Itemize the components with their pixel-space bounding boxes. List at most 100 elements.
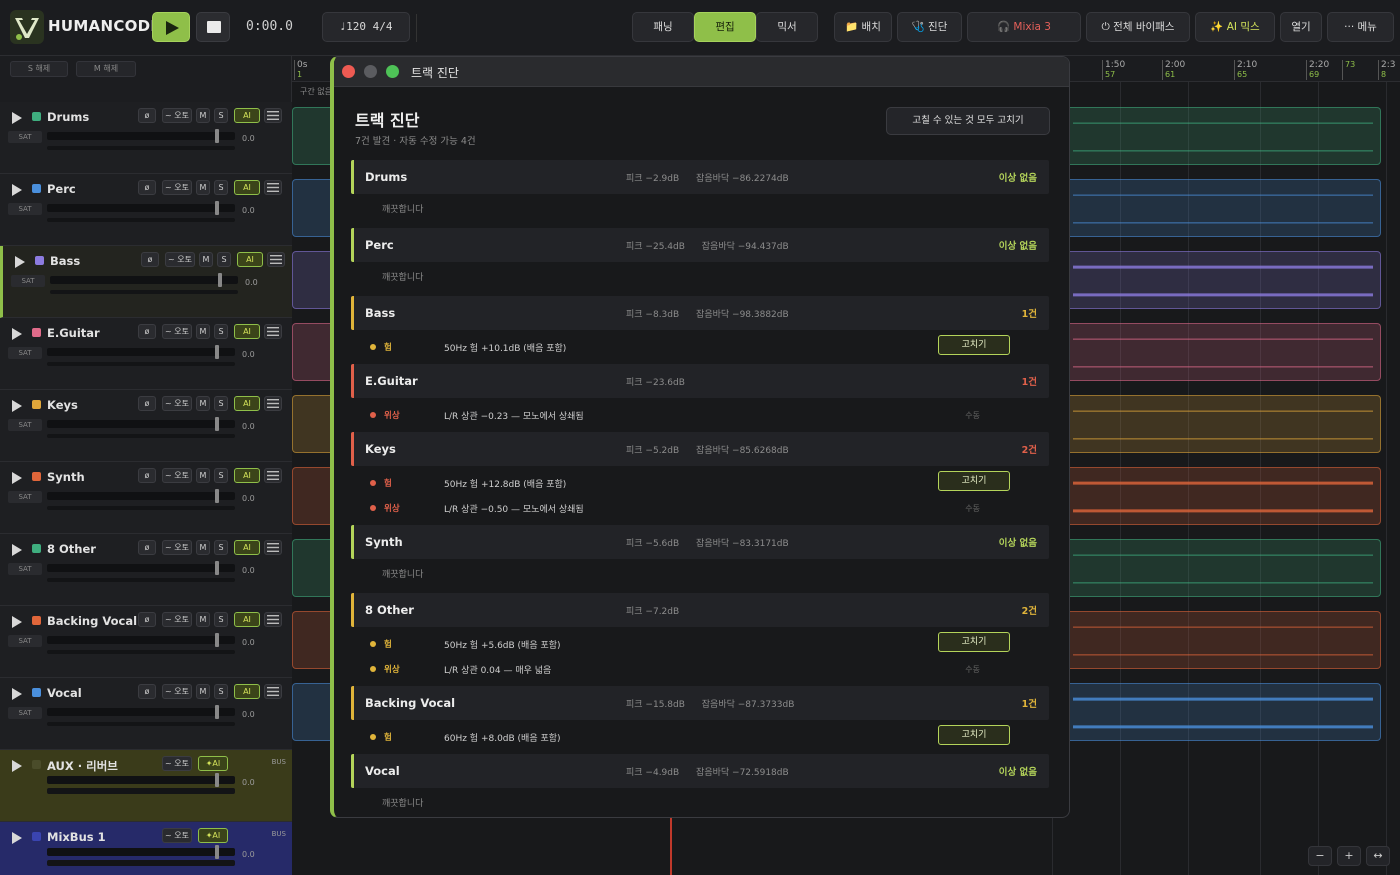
solo-button[interactable]: S: [214, 180, 228, 195]
auto-button[interactable]: ~ 오토: [162, 684, 192, 699]
expand-track-icon[interactable]: [11, 830, 23, 849]
track-ai-button[interactable]: ✦AI: [198, 756, 228, 771]
expand-track-icon[interactable]: [11, 110, 23, 129]
track-menu-icon[interactable]: [264, 396, 282, 411]
solo-button[interactable]: S: [214, 468, 228, 483]
tab-mixer[interactable]: 믹서: [756, 12, 818, 42]
expand-track-icon[interactable]: [11, 614, 23, 633]
saturation-toggle[interactable]: SAT: [8, 419, 42, 431]
track-header[interactable]: E.Guitar ø ~ 오토 M S AI SAT 0.0: [0, 318, 292, 390]
solo-clear-button[interactable]: S 해제: [10, 61, 68, 77]
track-name[interactable]: MixBus 1: [47, 830, 106, 844]
track-ai-button[interactable]: AI: [234, 684, 260, 699]
volume-fader[interactable]: [47, 845, 235, 859]
phase-button[interactable]: ø: [138, 684, 156, 699]
expand-track-icon[interactable]: [11, 326, 23, 345]
expand-track-icon[interactable]: [11, 542, 23, 561]
mute-clear-button[interactable]: M 해제: [76, 61, 136, 77]
track-menu-icon[interactable]: [264, 108, 282, 123]
track-menu-icon[interactable]: [264, 684, 282, 699]
mute-button[interactable]: M: [199, 252, 213, 267]
solo-button[interactable]: S: [214, 684, 228, 699]
stop-button[interactable]: [196, 12, 230, 42]
track-menu-icon[interactable]: [264, 612, 282, 627]
track-ai-button[interactable]: AI: [234, 612, 260, 627]
volume-fader[interactable]: [47, 201, 235, 215]
saturation-toggle[interactable]: SAT: [8, 491, 42, 503]
mute-button[interactable]: M: [196, 324, 210, 339]
fader-knob[interactable]: [215, 201, 219, 215]
auto-button[interactable]: ~ 오토: [162, 324, 192, 339]
track-ai-button[interactable]: AI: [237, 252, 263, 267]
fix-button[interactable]: 고치기: [938, 725, 1010, 745]
expand-track-icon[interactable]: [11, 686, 23, 705]
headphones-button[interactable]: 🎧 Mixia 3: [967, 12, 1081, 42]
mute-button[interactable]: M: [196, 108, 210, 123]
aux-track-header[interactable]: AUX · 리버브 ~ 오토 ✦AI BUS 0.0: [0, 750, 292, 822]
tab-edit[interactable]: 편집: [694, 12, 756, 42]
volume-fader[interactable]: [47, 129, 235, 143]
auto-button[interactable]: ~ 오토: [162, 612, 192, 627]
saturation-toggle[interactable]: SAT: [8, 131, 42, 143]
solo-button[interactable]: S: [214, 108, 228, 123]
solo-button[interactable]: S: [214, 396, 228, 411]
volume-fader[interactable]: [50, 273, 238, 287]
track-menu-icon[interactable]: [264, 180, 282, 195]
track-name[interactable]: AUX · 리버브: [47, 758, 118, 774]
fix-all-button[interactable]: 고칠 수 있는 것 모두 고치기: [886, 107, 1050, 135]
track-ai-button[interactable]: AI: [234, 540, 260, 555]
auto-button[interactable]: ~ 오토: [162, 828, 192, 843]
expand-track-icon[interactable]: [11, 398, 23, 417]
phase-button[interactable]: ø: [138, 108, 156, 123]
zoom-fit-button[interactable]: ↔: [1366, 846, 1390, 866]
dialog-titlebar[interactable]: 트랙 진단: [334, 57, 1069, 87]
mute-button[interactable]: M: [196, 684, 210, 699]
fader-knob[interactable]: [215, 633, 219, 647]
track-ai-button[interactable]: ✦AI: [198, 828, 228, 843]
phase-button[interactable]: ø: [138, 468, 156, 483]
phase-button[interactable]: ø: [138, 180, 156, 195]
track-menu-icon[interactable]: [264, 324, 282, 339]
saturation-toggle[interactable]: SAT: [8, 347, 42, 359]
track-menu-icon[interactable]: [264, 468, 282, 483]
mute-button[interactable]: M: [196, 180, 210, 195]
mute-button[interactable]: M: [196, 540, 210, 555]
fader-knob[interactable]: [215, 561, 219, 575]
saturation-toggle[interactable]: SAT: [8, 635, 42, 647]
saturation-toggle[interactable]: SAT: [8, 563, 42, 575]
track-header[interactable]: Drums ø ~ 오토 M S AI SAT 0.0: [0, 102, 292, 174]
volume-fader[interactable]: [47, 633, 235, 647]
menu-button[interactable]: ··· 메뉴: [1327, 12, 1394, 42]
track-header[interactable]: Backing Vocal ø ~ 오토 M S AI SAT 0.0: [0, 606, 292, 678]
track-name[interactable]: Bass: [50, 254, 80, 268]
zoom-out-button[interactable]: −: [1308, 846, 1332, 866]
fader-knob[interactable]: [215, 129, 219, 143]
fader-knob[interactable]: [215, 345, 219, 359]
volume-fader[interactable]: [47, 345, 235, 359]
open-button[interactable]: 열기: [1280, 12, 1322, 42]
mixbus-track-header[interactable]: MixBus 1 ~ 오토 ✦AI BUS 0.0: [0, 822, 292, 875]
track-name[interactable]: E.Guitar: [47, 326, 100, 340]
arrange-button[interactable]: 📁 배치: [834, 12, 892, 42]
fader-knob[interactable]: [215, 489, 219, 503]
fader-knob[interactable]: [218, 273, 222, 287]
auto-button[interactable]: ~ 오토: [162, 540, 192, 555]
ai-mix-button[interactable]: ✨ AI 믹스: [1195, 12, 1275, 42]
volume-fader[interactable]: [47, 489, 235, 503]
volume-fader[interactable]: [47, 561, 235, 575]
track-name[interactable]: Vocal: [47, 686, 82, 700]
fix-button[interactable]: 고치기: [938, 335, 1010, 355]
track-name[interactable]: Drums: [47, 110, 89, 124]
solo-button[interactable]: S: [214, 324, 228, 339]
volume-fader[interactable]: [47, 417, 235, 431]
track-name[interactable]: Synth: [47, 470, 85, 484]
fader-knob[interactable]: [215, 417, 219, 431]
expand-track-icon[interactable]: [11, 182, 23, 201]
solo-button[interactable]: S: [214, 612, 228, 627]
fix-button[interactable]: 고치기: [938, 471, 1010, 491]
track-ai-button[interactable]: AI: [234, 468, 260, 483]
track-ai-button[interactable]: AI: [234, 396, 260, 411]
auto-button[interactable]: ~ 오토: [162, 756, 192, 771]
expand-track-icon[interactable]: [14, 254, 26, 273]
fader-knob[interactable]: [215, 705, 219, 719]
